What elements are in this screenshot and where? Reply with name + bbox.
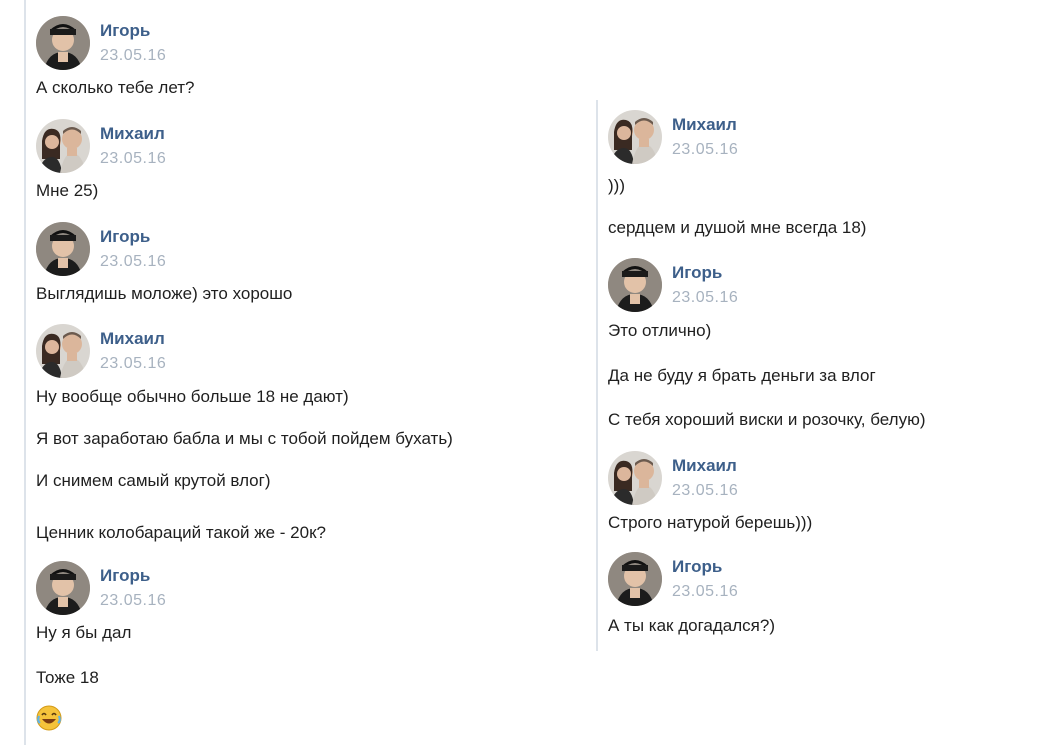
message-date: 23.05.16	[672, 482, 739, 499]
avatar-mikhail[interactable]	[608, 110, 662, 164]
laughing-tears-emoji	[36, 705, 62, 731]
message-date: 23.05.16	[100, 592, 167, 609]
author-name[interactable]: Михаил	[672, 456, 737, 476]
avatar-igor[interactable]	[36, 561, 90, 615]
message-text: А ты как догадался?)	[608, 616, 775, 635]
message-header: Михаил 23.05.16	[598, 451, 998, 511]
author-name[interactable]: Михаил	[672, 115, 737, 135]
avatar-mikhail[interactable]	[36, 324, 90, 378]
author-name[interactable]: Михаил	[100, 329, 165, 349]
message-header: Игорь 23.05.16	[26, 16, 426, 76]
message-text: А сколько тебе лет?	[36, 78, 195, 97]
message-text: Да не буду я брать деньги за влог	[608, 366, 876, 385]
message-date: 23.05.16	[672, 583, 739, 600]
author-name[interactable]: Михаил	[100, 124, 165, 144]
message-text: Ну вообще обычно больше 18 не дают)	[36, 387, 349, 406]
message-text: Выглядишь моложе) это хорошо	[36, 284, 293, 303]
message-header: Игорь 23.05.16	[598, 552, 998, 612]
author-name[interactable]: Игорь	[100, 227, 150, 247]
message-text: )))	[608, 176, 625, 195]
author-name[interactable]: Игорь	[672, 557, 722, 577]
message-date: 23.05.16	[672, 141, 739, 158]
author-name[interactable]: Игорь	[100, 21, 150, 41]
message-text: Я вот заработаю бабла и мы с тобой пойде…	[36, 429, 453, 448]
message-header: Михаил 23.05.16	[26, 119, 426, 179]
message-date: 23.05.16	[100, 47, 167, 64]
author-name[interactable]: Игорь	[100, 566, 150, 586]
message-text: Ценник колобараций такой же - 20к?	[36, 523, 326, 542]
message-text: Это отлично)	[608, 321, 712, 340]
avatar-mikhail[interactable]	[36, 119, 90, 173]
message-header: Игорь 23.05.16	[598, 258, 998, 318]
message-date: 23.05.16	[100, 150, 167, 167]
message-header: Михаил 23.05.16	[26, 324, 426, 384]
message-text: И снимем самый крутой влог)	[36, 471, 271, 490]
right-chat-column: Михаил 23.05.16))) сердцем и душой мне все…	[596, 100, 1036, 651]
author-name[interactable]: Игорь	[672, 263, 722, 283]
left-chat-column: Игорь 23.05.16 А сколько тебе лет? Михаил 23…	[24, 0, 584, 745]
message-text: сердцем и душой мне всегда 18)	[608, 218, 867, 237]
message-header: Михаил 23.05.16	[598, 110, 998, 170]
avatar-igor[interactable]	[36, 222, 90, 276]
avatar-mikhail[interactable]	[608, 451, 662, 505]
message-text: Тоже 18	[36, 668, 99, 687]
avatar-igor[interactable]	[608, 552, 662, 606]
message-date: 23.05.16	[100, 253, 167, 270]
avatar-igor[interactable]	[36, 16, 90, 70]
message-text: Ну я бы дал	[36, 623, 132, 642]
message-text: Строго натурой берешь)))	[608, 513, 813, 532]
avatar-igor[interactable]	[608, 258, 662, 312]
message-date: 23.05.16	[672, 289, 739, 306]
message-date: 23.05.16	[100, 355, 167, 372]
message-header: Игорь 23.05.16	[26, 222, 426, 282]
message-text: С тебя хороший виски и розочку, белую)	[608, 410, 926, 429]
message-header: Игорь 23.05.16	[26, 561, 426, 621]
message-text: Мне 25)	[36, 181, 99, 200]
